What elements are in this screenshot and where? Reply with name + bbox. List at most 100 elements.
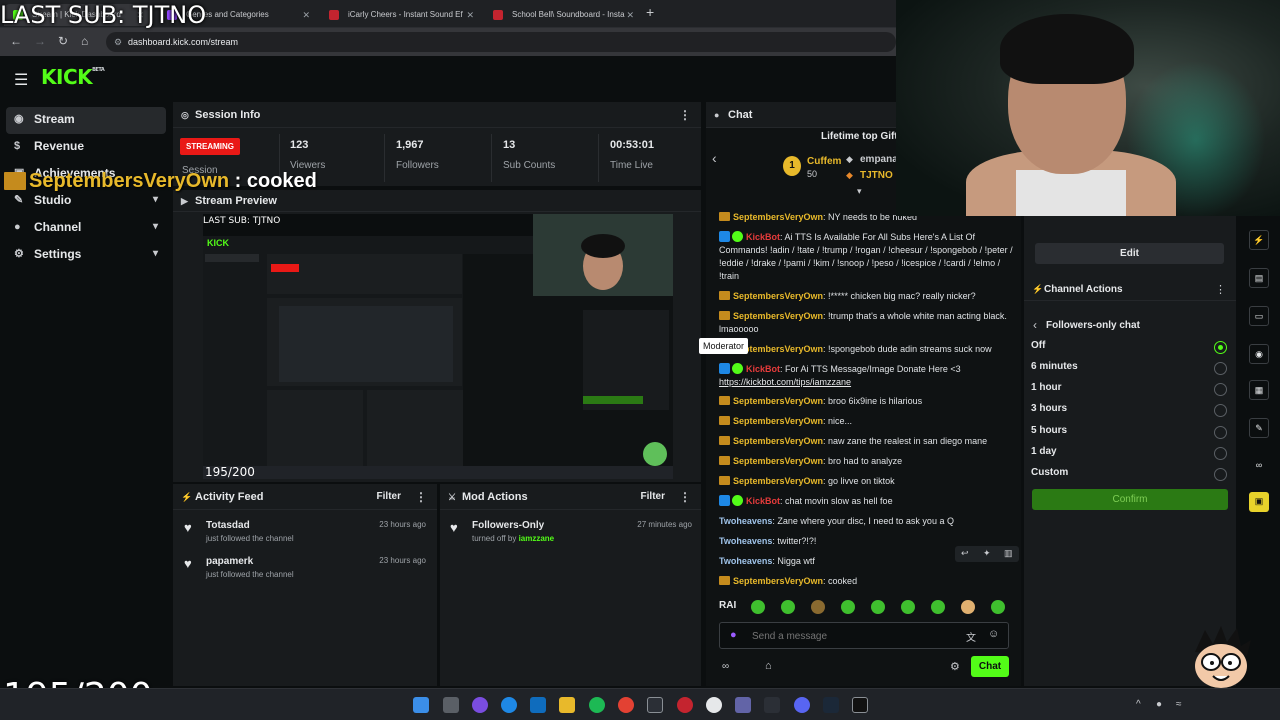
- browser-tab-schoolbell[interactable]: School Bell\ Soundboard - Insta ✕: [484, 4, 642, 26]
- delete-icon[interactable]: ▥: [1004, 548, 1013, 559]
- wrench-icon[interactable]: ✎: [1249, 418, 1269, 438]
- chat-message-input[interactable]: [752, 627, 952, 645]
- chevron-left-icon[interactable]: ‹: [1033, 318, 1037, 332]
- forward-arrow-icon[interactable]: →: [34, 34, 46, 48]
- option-row[interactable]: 6 minutes: [1031, 361, 1231, 377]
- gifter-name[interactable]: TJTNO: [860, 170, 893, 181]
- chat-username[interactable]: SeptembersVeryOwn: [733, 476, 823, 486]
- chat-username[interactable]: SeptembersVeryOwn: [733, 396, 823, 406]
- radio-button[interactable]: [1214, 383, 1227, 396]
- reply-icon[interactable]: ↩: [961, 548, 969, 559]
- sticky-note-icon[interactable]: ▣: [1249, 492, 1269, 512]
- obs-icon[interactable]: [677, 697, 693, 713]
- emote-icon[interactable]: [961, 600, 975, 614]
- sidebar-item-revenue[interactable]: $ Revenue: [6, 134, 166, 161]
- sidebar-item-channel[interactable]: ● Channel ▾: [6, 215, 166, 242]
- alien-app-icon[interactable]: [706, 697, 722, 713]
- url-field[interactable]: ⚙ dashboard.kick.com/stream: [106, 32, 896, 52]
- task-view-icon[interactable]: [443, 697, 459, 713]
- steam-icon[interactable]: [823, 697, 839, 713]
- broadcast-icon[interactable]: ◉: [1249, 344, 1269, 364]
- lightning-icon[interactable]: ⚡: [1249, 230, 1269, 250]
- kebab-menu-icon[interactable]: ⋮: [1215, 283, 1226, 296]
- moderator-name[interactable]: iamzzane: [519, 534, 555, 543]
- emote-icon[interactable]: [781, 600, 795, 614]
- community-icon[interactable]: ∞: [1249, 456, 1269, 476]
- chat-username[interactable]: Twoheavens: [719, 556, 772, 566]
- close-tab-icon[interactable]: ✕: [626, 4, 634, 26]
- chat-username[interactable]: Twoheavens: [719, 516, 772, 526]
- chat-username[interactable]: KickBot: [746, 232, 780, 242]
- gifter-name[interactable]: Cuffem: [807, 156, 841, 167]
- emote-icon[interactable]: [931, 600, 945, 614]
- close-tab-icon[interactable]: ✕: [466, 4, 474, 26]
- chat-username[interactable]: KickBot: [746, 364, 780, 374]
- kebab-menu-icon[interactable]: ⋮: [679, 484, 691, 510]
- outlook-icon[interactable]: [530, 697, 546, 713]
- discord-icon[interactable]: [794, 697, 810, 713]
- pin-icon[interactable]: ✦: [983, 548, 991, 559]
- microphone-icon[interactable]: ●: [1156, 699, 1162, 710]
- chat-username[interactable]: SeptembersVeryOwn: [733, 576, 823, 586]
- teams-icon[interactable]: [735, 697, 751, 713]
- chat-icon[interactable]: ▭: [1249, 306, 1269, 326]
- emote-icon[interactable]: [901, 600, 915, 614]
- chat-username[interactable]: KickBot: [746, 496, 780, 506]
- clipboard-icon[interactable]: ▤: [1249, 268, 1269, 288]
- new-tab-plus-icon[interactable]: +: [646, 4, 654, 20]
- copilot-icon[interactable]: [472, 697, 488, 713]
- send-chat-button[interactable]: Chat: [971, 656, 1009, 677]
- option-row[interactable]: 1 hour: [1031, 382, 1231, 398]
- chat-settings-icon[interactable]: ⚙: [950, 660, 960, 673]
- edge-icon[interactable]: [501, 697, 517, 713]
- stream-preview-video[interactable]: LAST SUB: TJTNO KICK 195/200: [203, 214, 673, 479]
- start-icon[interactable]: [413, 697, 429, 713]
- phone-link-icon[interactable]: [764, 697, 780, 713]
- back-arrow-icon[interactable]: ←: [10, 34, 22, 48]
- chat-username[interactable]: SeptembersVeryOwn: [733, 311, 823, 321]
- follower-name[interactable]: Totasdad: [206, 520, 250, 531]
- confirm-button[interactable]: Confirm: [1032, 489, 1228, 510]
- follower-name[interactable]: papamerk: [206, 556, 253, 567]
- collapse-icon[interactable]: ▾: [857, 186, 862, 197]
- chevron-left-icon[interactable]: ‹: [712, 150, 717, 166]
- store-icon[interactable]: ⌂: [765, 660, 772, 672]
- option-row[interactable]: 5 hours: [1031, 425, 1231, 441]
- option-row[interactable]: 3 hours: [1031, 403, 1231, 419]
- close-tab-icon[interactable]: ✕: [302, 4, 310, 26]
- chat-username[interactable]: SeptembersVeryOwn: [733, 212, 823, 222]
- reload-icon[interactable]: ↻: [58, 34, 68, 48]
- edit-button[interactable]: Edit: [1035, 243, 1224, 264]
- radio-button[interactable]: [1214, 404, 1227, 417]
- filter-button[interactable]: Filter: [377, 484, 401, 510]
- wifi-icon[interactable]: ≈: [1176, 699, 1182, 710]
- browser-tab-icarly[interactable]: iCarly Cheers - Instant Sound Ef ✕: [320, 4, 482, 26]
- app-icon[interactable]: [589, 697, 605, 713]
- emote-icon[interactable]: [991, 600, 1005, 614]
- emote-rai-icon[interactable]: RAI: [719, 600, 736, 611]
- filter-button[interactable]: Filter: [641, 484, 665, 510]
- chrome-icon[interactable]: [618, 697, 634, 713]
- store-icon[interactable]: [647, 697, 663, 713]
- kebab-menu-icon[interactable]: ⋮: [679, 102, 691, 128]
- chat-username[interactable]: Twoheavens: [719, 536, 772, 546]
- option-row[interactable]: 1 day: [1031, 446, 1231, 462]
- chat-username[interactable]: SeptembersVeryOwn: [733, 436, 823, 446]
- microphone-icon[interactable]: ●: [730, 629, 737, 641]
- kick-logo[interactable]: KICKBETA: [41, 65, 105, 89]
- radio-button[interactable]: [1214, 468, 1227, 481]
- emote-icon[interactable]: [811, 600, 825, 614]
- sidebar-item-settings[interactable]: ⚙ Settings ▾: [6, 242, 166, 269]
- community-icon[interactable]: ∞: [722, 661, 729, 672]
- layout-icon[interactable]: ▦: [1249, 380, 1269, 400]
- kebab-menu-icon[interactable]: ⋮: [415, 484, 427, 510]
- chat-username[interactable]: SeptembersVeryOwn: [733, 416, 823, 426]
- sidebar-item-stream[interactable]: ◉ Stream: [6, 107, 166, 134]
- tray-chevron-icon[interactable]: ^: [1136, 699, 1141, 710]
- file-explorer-icon[interactable]: [559, 697, 575, 713]
- translate-icon[interactable]: 文: [966, 629, 976, 644]
- site-info-icon[interactable]: ⚙: [114, 32, 122, 52]
- gifter-name[interactable]: empana: [860, 154, 898, 165]
- chat-username[interactable]: SeptembersVeryOwn: [733, 291, 823, 301]
- hamburger-menu-icon[interactable]: ☰: [14, 70, 28, 90]
